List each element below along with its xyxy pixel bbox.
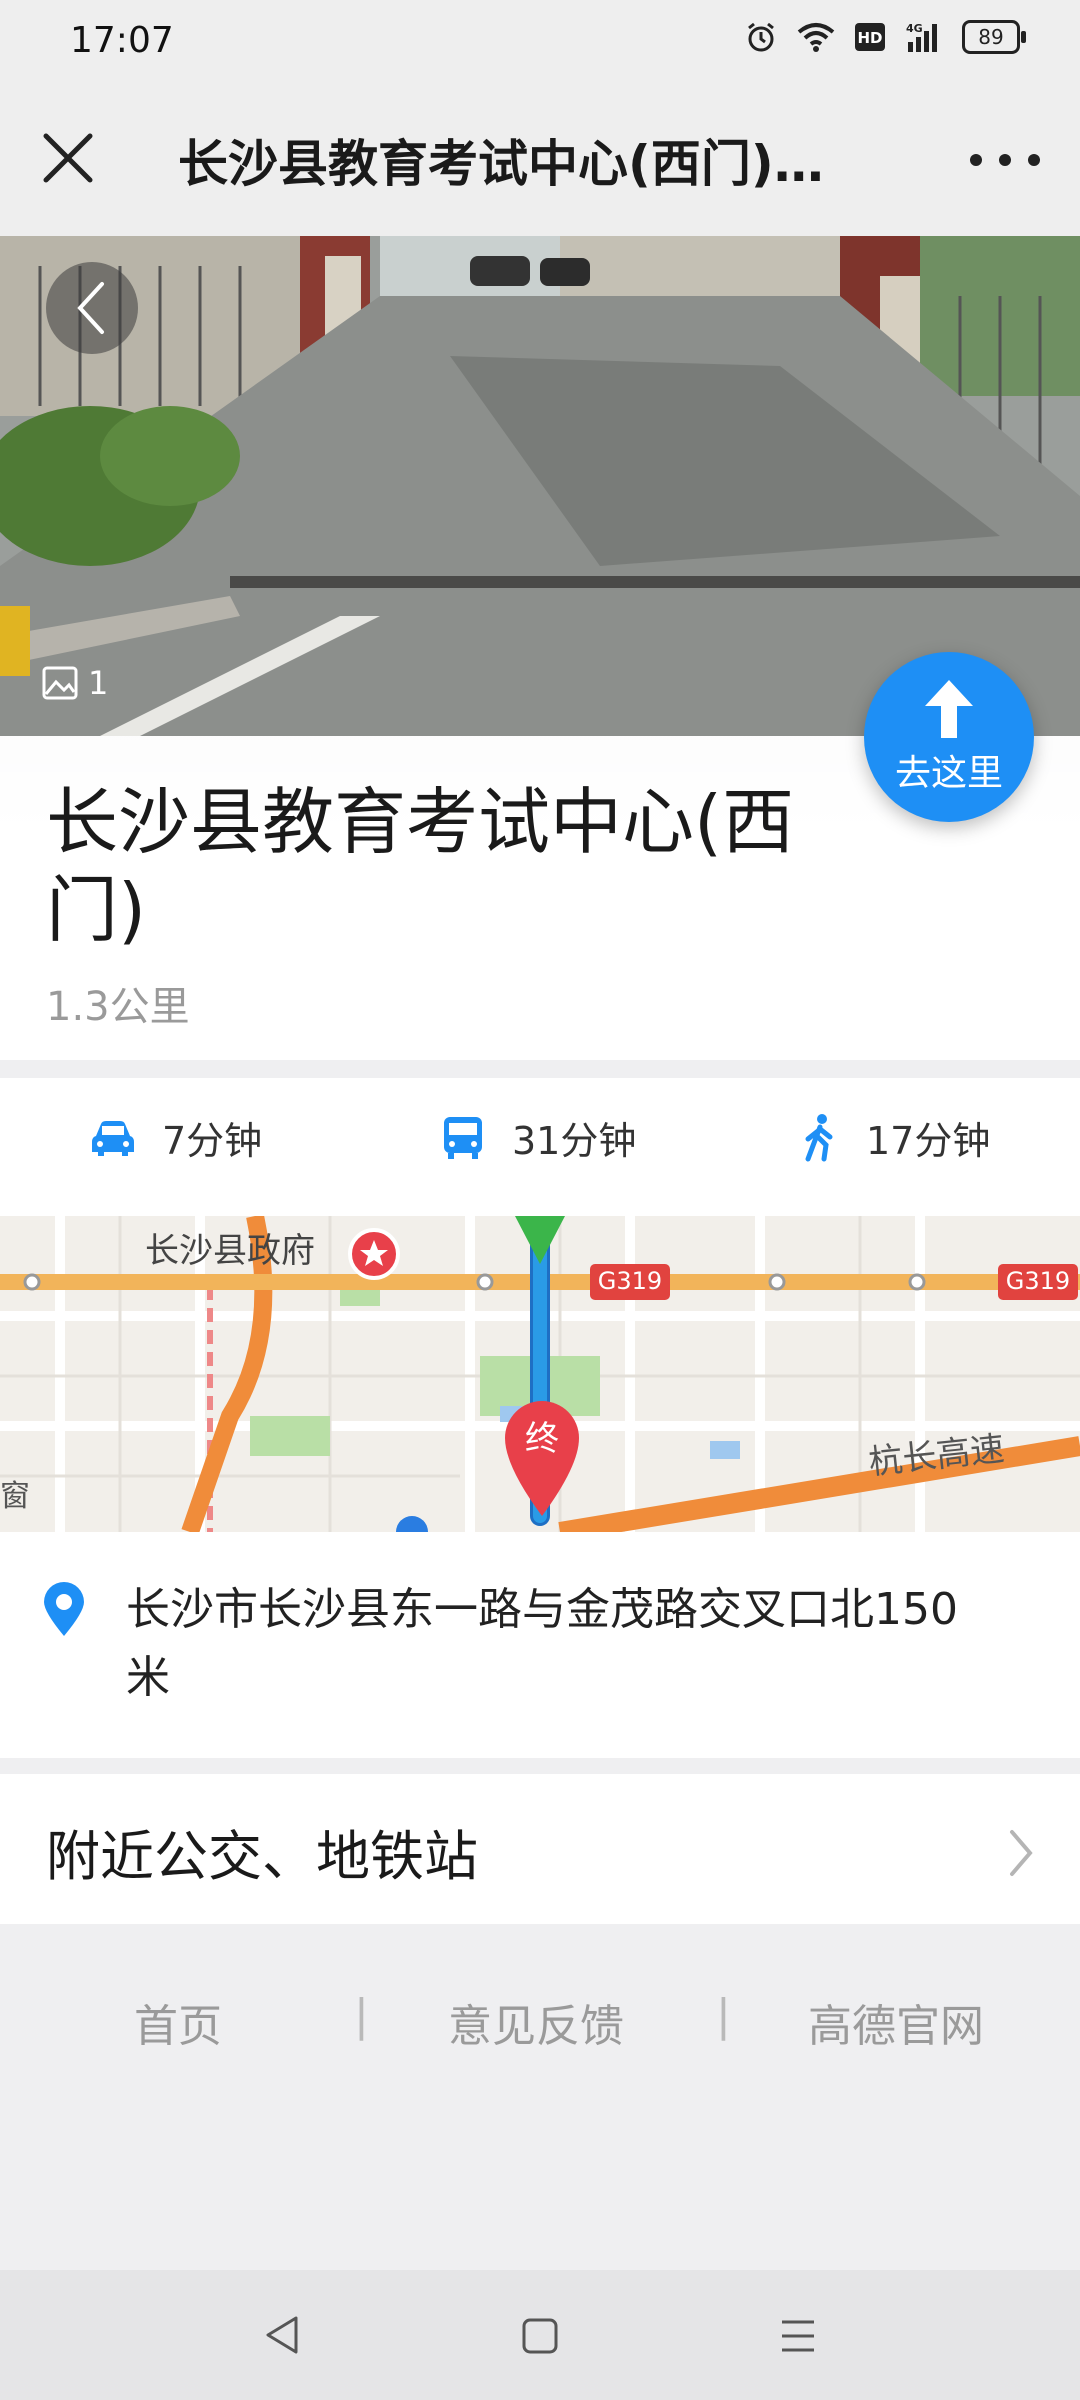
map-view[interactable]: G319 G319 长沙县政府 杭长高速 窗 终 xyxy=(0,1216,1080,1532)
photo-count-value: 1 xyxy=(88,664,109,702)
close-button[interactable] xyxy=(36,126,100,190)
walk-icon xyxy=(805,1113,833,1161)
back-button[interactable] xyxy=(46,262,138,354)
footer-separator: | xyxy=(716,1990,731,2041)
map-poi-label: 长沙县政府 xyxy=(145,1231,315,1271)
travel-mode-car[interactable]: 7分钟 xyxy=(90,1110,262,1165)
system-nav-bar xyxy=(0,2270,1080,2400)
svg-text:HD: HD xyxy=(857,29,882,47)
go-here-label: 去这里 xyxy=(894,753,1003,794)
route-arrow-icon xyxy=(925,680,973,738)
end-marker-label: 终 xyxy=(525,1419,559,1459)
battery-icon: 89 xyxy=(962,20,1026,54)
footer-feedback-link[interactable]: 意见反馈 xyxy=(448,1990,624,2054)
status-bar: 17:07 HD 4G 89 xyxy=(0,0,1080,80)
travel-mode-walk[interactable]: 17分钟 xyxy=(800,1110,990,1165)
page-title: 长沙县教育考试中心(西门)… xyxy=(178,135,824,193)
more-button[interactable] xyxy=(970,128,1040,192)
location-pin-icon xyxy=(40,1580,88,1642)
travel-mode-bus[interactable]: 31分钟 xyxy=(440,1110,636,1165)
nav-menu-icon xyxy=(782,2320,814,2352)
nav-home-icon xyxy=(522,2318,558,2354)
nav-menu-button[interactable] xyxy=(778,2316,818,2360)
wifi-icon xyxy=(797,23,835,52)
svg-text:4G: 4G xyxy=(906,22,923,35)
bus-icon xyxy=(444,1116,482,1159)
road-badge-g319-right: G319 xyxy=(1006,1267,1070,1295)
signal-icon: 4G xyxy=(906,22,937,52)
status-icons: HD 4G 89 xyxy=(744,20,1026,54)
chevron-right-icon xyxy=(1006,1828,1036,1882)
hd-icon: HD xyxy=(855,23,885,51)
address-text: 长沙市长沙县东一路与金茂路交叉口北150米 xyxy=(126,1584,958,1703)
chevron-left-icon xyxy=(77,282,104,334)
nearby-transit-label: 附近公交、地铁站 xyxy=(46,1825,478,1888)
map-canvas: G319 G319 长沙县政府 杭长高速 窗 终 xyxy=(0,1216,1080,1532)
more-icon xyxy=(970,154,982,166)
go-here-button[interactable]: 去这里 xyxy=(864,652,1034,822)
place-distance: 1.3公里 xyxy=(46,984,190,1030)
image-icon xyxy=(42,666,78,700)
alarm-icon xyxy=(748,22,774,52)
title-bar: 长沙县教育考试中心(西门)… xyxy=(0,80,1080,236)
nav-back-button[interactable] xyxy=(262,2314,302,2360)
nav-home-button[interactable] xyxy=(520,2316,560,2360)
place-name: 长沙县教育考试中心(西门) xyxy=(46,780,795,952)
photo-count: 1 xyxy=(42,664,108,702)
close-icon xyxy=(43,133,93,183)
footer-home-link[interactable]: 首页 xyxy=(134,1990,222,2054)
status-time: 17:07 xyxy=(70,20,174,61)
footer-separator: | xyxy=(354,1990,369,2041)
car-icon xyxy=(92,1120,134,1156)
travel-time-walk: 17分钟 xyxy=(866,1119,991,1163)
travel-time-car: 7分钟 xyxy=(162,1119,263,1163)
nav-back-icon xyxy=(266,2316,298,2354)
road-badge-g319: G319 xyxy=(598,1267,662,1295)
map-edge-label: 窗 xyxy=(0,1479,30,1514)
travel-time-bus: 31分钟 xyxy=(512,1119,637,1163)
footer-official-link[interactable]: 高德官网 xyxy=(808,1990,984,2054)
